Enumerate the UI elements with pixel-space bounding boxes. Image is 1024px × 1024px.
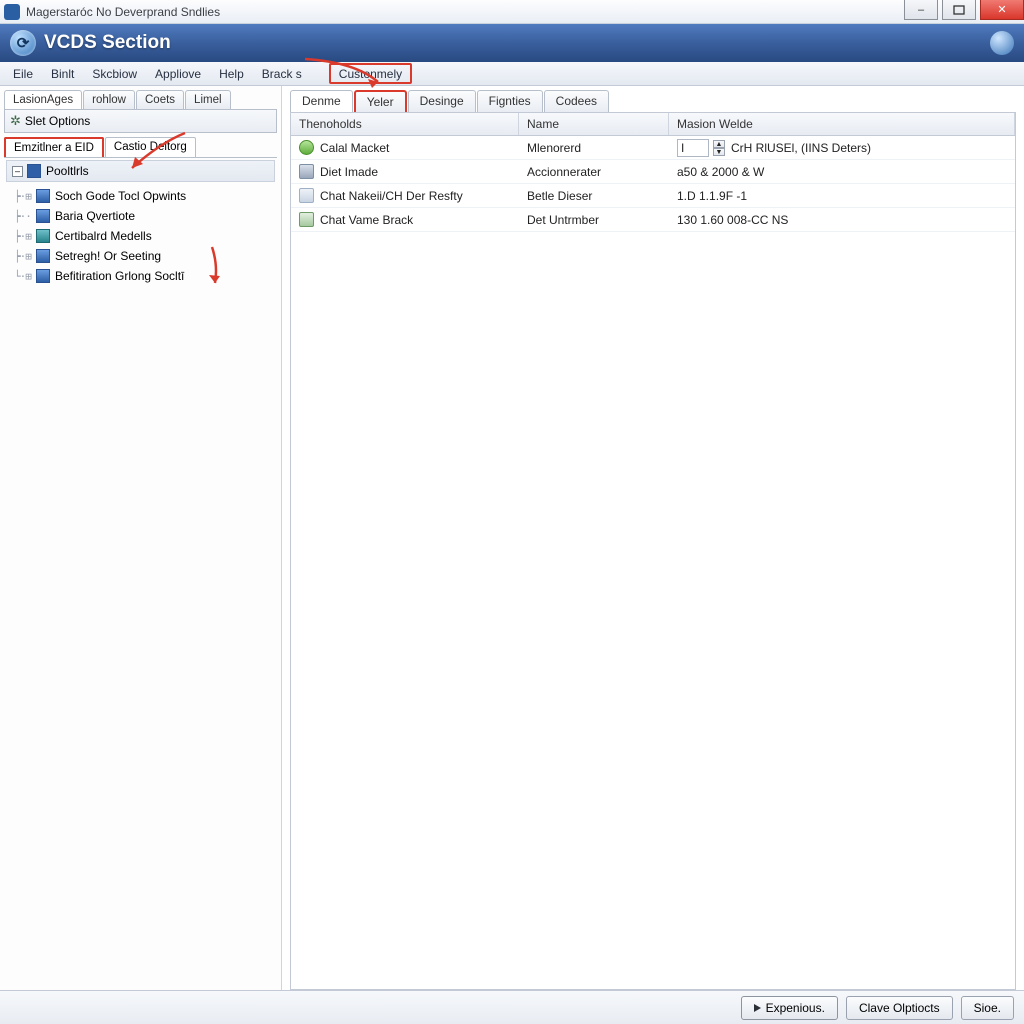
window-titlebar: Magerstaróc No Deverprand Sndlies – ✕ — [0, 0, 1024, 24]
right-tab-codees[interactable]: Codees — [544, 90, 609, 112]
clave-olptiocts-button[interactable]: Clave Olptiocts — [846, 996, 953, 1020]
menu-help[interactable]: Help — [210, 62, 253, 85]
stepper[interactable]: ▲▼ — [713, 140, 725, 156]
expand-icon[interactable]: – — [12, 166, 23, 177]
app-icon — [4, 4, 20, 20]
play-icon — [754, 1004, 761, 1012]
tree: – Pooltlrls ┝·⊞ Soch Gode Tocl Opwints ┝… — [6, 160, 275, 286]
cell: Betle Dieser — [527, 189, 592, 203]
left-toolbar-label: Slet Options — [25, 114, 90, 128]
gear-icon: ✲ — [10, 113, 21, 129]
col-masion-welde[interactable]: Masion Welde — [669, 113, 1015, 135]
node-icon — [36, 249, 50, 263]
section-title: VCDS Section — [44, 32, 171, 54]
left-toolbar: ✲ Slet Options — [4, 109, 277, 133]
right-tabs: Denme Yeler Desinge Fignties Codees — [290, 90, 1024, 112]
tree-item[interactable]: └·⊞ Befitiration Grlong Socltī — [14, 266, 275, 286]
left-tab-lasionages[interactable]: LasionAges — [4, 90, 82, 109]
menu-skcbiow[interactable]: Skcbiow — [83, 62, 146, 85]
row-icon — [299, 212, 314, 227]
chevron-up-icon[interactable]: ▲ — [713, 140, 725, 148]
minimize-button[interactable]: – — [904, 0, 938, 20]
expenious-button[interactable]: Expenious. — [741, 996, 838, 1020]
tree-branch-icon: ┝·⊞ — [14, 190, 36, 203]
header-right-icon[interactable] — [990, 31, 1014, 55]
cell: Mlenorerd — [527, 141, 581, 155]
tree-branch-icon: ┝·⊞ — [14, 230, 36, 243]
menu-bracks[interactable]: Brack s — [253, 62, 311, 85]
left-subtabs: Emzitlner a EID Castio Deltorg — [4, 137, 277, 158]
menubar: Eile Binlt Skcbiow Appliove Help Brack s… — [0, 62, 1024, 86]
tree-item[interactable]: ┝·⊞ Setregh! Or Seeting — [14, 246, 275, 266]
menu-file[interactable]: Eile — [4, 62, 42, 85]
chevron-down-icon[interactable]: ▼ — [713, 148, 725, 156]
tree-branch-icon: └·⊞ — [14, 270, 36, 283]
node-icon — [36, 229, 50, 243]
node-icon — [36, 209, 50, 223]
folder-icon — [27, 164, 41, 178]
menu-custonmely[interactable]: Custonmely — [329, 63, 412, 84]
cell: Calal Macket — [320, 141, 389, 155]
app-header: ⟳ VCDS Section — [0, 24, 1024, 62]
menu-binlt[interactable]: Binlt — [42, 62, 83, 85]
right-tab-denme[interactable]: Denme — [290, 90, 353, 112]
col-thenoholds[interactable]: Thenoholds — [291, 113, 519, 135]
table-row[interactable]: Diet Imade Accionnerater a50 & 2000 & W — [291, 160, 1015, 184]
tree-root-label: Pooltlrls — [46, 164, 89, 178]
bottom-bar: Expenious. Clave Olptiocts Sioe. — [0, 990, 1024, 1024]
right-tab-desinge[interactable]: Desinge — [408, 90, 476, 112]
tree-item[interactable]: ┝·⊞ Certibalrd Medells — [14, 226, 275, 246]
cell: Det Untrmber — [527, 213, 599, 227]
tree-item-label: Soch Gode Tocl Opwints — [55, 189, 186, 203]
row-icon — [299, 140, 314, 155]
cell: Diet Imade — [320, 165, 378, 179]
left-tabs: LasionAges rohlow Coets Limel — [4, 90, 281, 109]
left-subtab-castio[interactable]: Castio Deltorg — [105, 137, 196, 157]
tree-branch-icon: ┝·⊞ — [14, 250, 36, 263]
row-icon — [299, 188, 314, 203]
table-header: Thenoholds Name Masion Welde — [291, 113, 1015, 136]
table: Thenoholds Name Masion Welde Calal Macke… — [290, 112, 1016, 990]
tree-item[interactable]: ┝·· Baria Qvertiote — [14, 206, 275, 226]
right-tab-fignties[interactable]: Fignties — [477, 90, 543, 112]
left-tab-coets[interactable]: Coets — [136, 90, 184, 109]
tree-root[interactable]: – Pooltlrls — [6, 160, 275, 182]
right-tab-yeler[interactable]: Yeler — [354, 90, 407, 112]
row-icon — [299, 164, 314, 179]
sioe-button[interactable]: Sioe. — [961, 996, 1014, 1020]
tree-branch-icon: ┝·· — [14, 210, 36, 223]
node-icon — [36, 269, 50, 283]
node-icon — [36, 189, 50, 203]
tree-item-label: Baria Qvertiote — [55, 209, 135, 223]
window-title: Magerstaróc No Deverprand Sndlies — [26, 5, 220, 19]
cell: 1.D 1.1.9F -1 — [677, 189, 747, 203]
left-subtab-emzitlner[interactable]: Emzitlner a EID — [4, 137, 104, 157]
tree-item-label: Setregh! Or Seeting — [55, 249, 161, 263]
cell: Chat Vame Brack — [320, 213, 413, 227]
tree-item-label: Befitiration Grlong Socltī — [55, 269, 184, 283]
cell: a50 & 2000 & W — [677, 165, 764, 179]
logo-icon: ⟳ — [10, 30, 36, 56]
col-name[interactable]: Name — [519, 113, 669, 135]
cell: Accionnerater — [527, 165, 601, 179]
table-row[interactable]: Calal Macket Mlenorerd I ▲▼ CrH RlUSEl, … — [291, 136, 1015, 160]
left-tab-limel[interactable]: Limel — [185, 90, 230, 109]
table-row[interactable]: Chat Vame Brack Det Untrmber 130 1.60 00… — [291, 208, 1015, 232]
left-tab-rohlow[interactable]: rohlow — [83, 90, 135, 109]
cell-input[interactable]: I — [677, 139, 709, 157]
left-pane: LasionAges rohlow Coets Limel ✲ Slet Opt… — [0, 86, 282, 990]
tree-item[interactable]: ┝·⊞ Soch Gode Tocl Opwints — [14, 186, 275, 206]
cell: CrH RlUSEl, (IINS Deters) — [731, 141, 871, 155]
cell: 130 1.60 008-CC NS — [677, 213, 788, 227]
cell: Chat Nakeii/CH Der Resfty — [320, 189, 463, 203]
tree-item-label: Certibalrd Medells — [55, 229, 152, 243]
right-pane: Denme Yeler Desinge Fignties Codees Then… — [282, 86, 1024, 990]
maximize-button[interactable] — [942, 0, 976, 20]
menu-appliove[interactable]: Appliove — [146, 62, 210, 85]
close-button[interactable]: ✕ — [980, 0, 1024, 20]
table-row[interactable]: Chat Nakeii/CH Der Resfty Betle Dieser 1… — [291, 184, 1015, 208]
